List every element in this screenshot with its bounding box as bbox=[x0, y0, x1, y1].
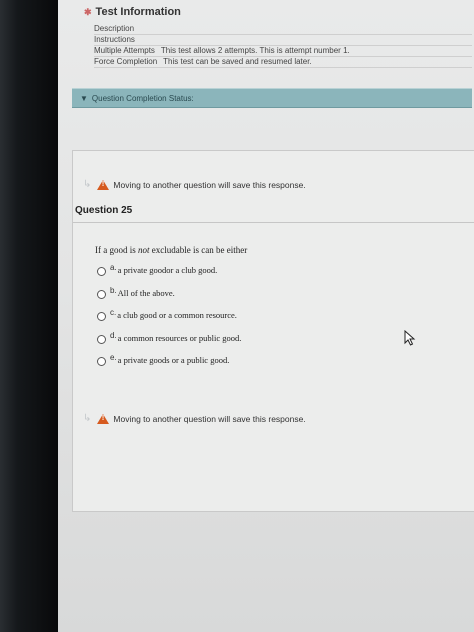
answer-option-b[interactable]: b. All of the above. bbox=[97, 286, 241, 311]
answer-option-a[interactable]: a. a private goodor a club good. bbox=[97, 263, 241, 288]
mouse-pointer-icon bbox=[404, 330, 416, 346]
warning-icon bbox=[97, 413, 110, 424]
answer-option-e[interactable]: e. a private goods or a public good. bbox=[97, 353, 241, 378]
question-text: If a good is not excludable is can be ei… bbox=[95, 245, 248, 255]
info-row-description: Description bbox=[94, 24, 472, 35]
answer-option-c[interactable]: c. a club good or a common resource. bbox=[97, 308, 241, 333]
save-warning-top: ↳ Moving to another question will save t… bbox=[83, 179, 306, 190]
test-information-header[interactable]: ✱ Test Information bbox=[84, 6, 472, 18]
asterisk-icon: ✱ bbox=[84, 6, 92, 17]
radio-button[interactable] bbox=[97, 357, 106, 366]
monitor-bezel bbox=[0, 0, 58, 632]
question-completion-status-label: Question Completion Status: bbox=[91, 93, 194, 103]
chevron-down-icon: ▼ bbox=[80, 93, 88, 103]
test-information-section: ✱ Test Information Description Instructi… bbox=[72, 6, 472, 68]
radio-button[interactable] bbox=[97, 289, 106, 299]
save-warning-text-top: Moving to another question will save thi… bbox=[113, 179, 306, 190]
save-warning-bottom: ↳ Moving to another question will save t… bbox=[83, 413, 306, 424]
warning-icon bbox=[97, 179, 110, 190]
return-arrow-icon: ↳ bbox=[83, 413, 92, 424]
info-row-multiple-attempts: Multiple Attempts This test allows 2 atte… bbox=[94, 46, 472, 57]
question-completion-status-toggle[interactable]: ▼ Question Completion Status: bbox=[72, 88, 472, 108]
test-information-title: Test Information bbox=[95, 6, 181, 18]
radio-button[interactable] bbox=[97, 312, 106, 321]
radio-button[interactable] bbox=[97, 334, 106, 344]
test-page: ✱ Test Information Description Instructi… bbox=[58, 0, 474, 632]
info-row-force-completion: Force Completion This test can be saved a… bbox=[94, 57, 472, 68]
info-row-instructions: Instructions bbox=[94, 35, 472, 46]
radio-button[interactable] bbox=[97, 267, 106, 276]
return-arrow-icon: ↳ bbox=[83, 179, 92, 190]
question-title: Question 25 bbox=[73, 205, 474, 223]
save-warning-text-bottom: Moving to another question will save thi… bbox=[113, 413, 306, 424]
answer-options: a. a private goodor a club good. b. All … bbox=[97, 263, 241, 378]
answer-option-d[interactable]: d. a common resources or public good. bbox=[97, 331, 241, 356]
